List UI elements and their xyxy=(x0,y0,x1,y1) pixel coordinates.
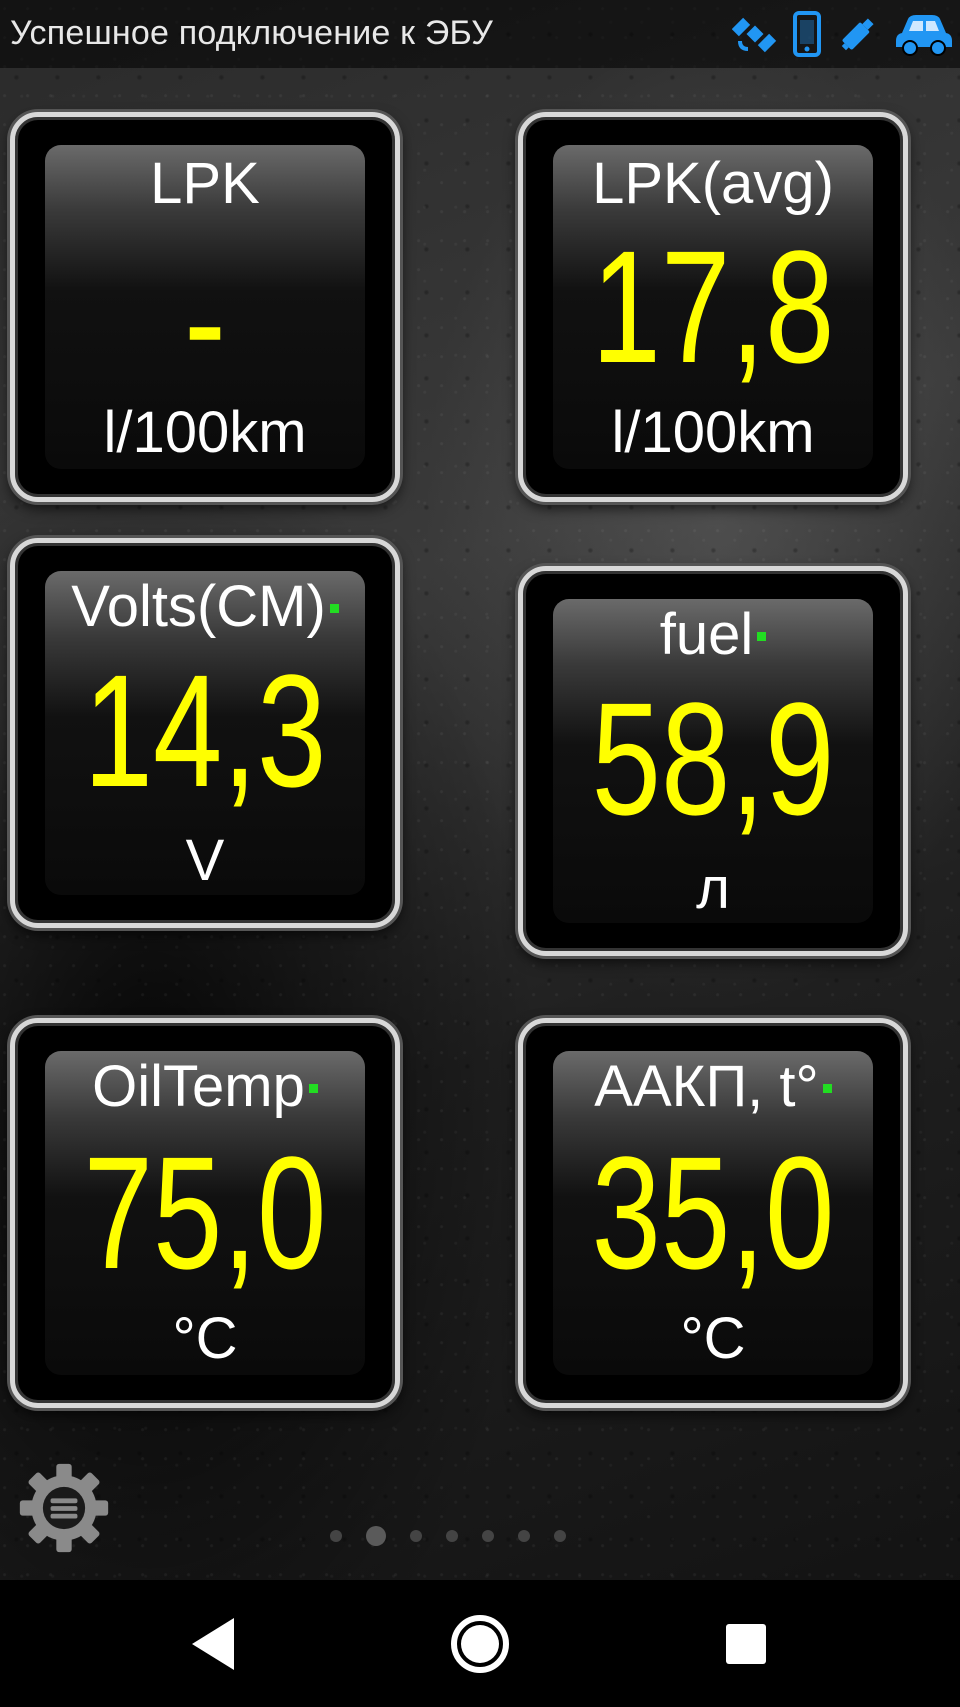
gauge-value: 35,0 xyxy=(591,1123,835,1302)
status-bar: Успешное подключение к ЭБУ xyxy=(0,0,960,68)
gauge-value: 75,0 xyxy=(83,1123,327,1302)
gauge-unit: l/100km xyxy=(611,400,815,465)
active-indicator xyxy=(308,1084,318,1094)
gauge-volts[interactable]: Volts(CM) 14,3 V xyxy=(10,538,400,928)
gauge-title: OilTemp xyxy=(15,1053,395,1120)
page-dot[interactable] xyxy=(554,1530,566,1542)
page-dot[interactable] xyxy=(330,1530,342,1542)
gauge-unit: °C xyxy=(172,1306,238,1371)
active-indicator xyxy=(757,632,767,642)
recents-icon[interactable] xyxy=(708,1606,784,1682)
gauge-fuel[interactable]: fuel 58,9 л xyxy=(518,566,908,956)
gauge-value: 17,8 xyxy=(591,217,835,396)
gauge-oil-temp[interactable]: OilTemp 75,0 °C xyxy=(10,1018,400,1408)
gauge-lpk-avg[interactable]: LPK(avg) 17,8 l/100km xyxy=(518,112,908,502)
page-dot[interactable] xyxy=(446,1530,458,1542)
gauge-title: ААКП, t° xyxy=(523,1053,903,1120)
obd-adapter-icon[interactable] xyxy=(836,12,880,56)
page-dot[interactable] xyxy=(518,1530,530,1542)
gauge-title: LPK(avg) xyxy=(592,151,834,216)
page-dot-active[interactable] xyxy=(366,1526,386,1546)
gauge-title-text: ААКП, t° xyxy=(594,1054,819,1119)
gauge-title-text: OilTemp xyxy=(92,1054,305,1119)
gps-satellite-icon[interactable] xyxy=(732,11,778,57)
navigation-bar xyxy=(0,1580,960,1707)
settings-gear-icon[interactable] xyxy=(16,1460,112,1556)
status-icons xyxy=(732,10,954,58)
gauge-unit: l/100km xyxy=(103,400,307,465)
gauge-value: - xyxy=(184,231,226,410)
gauge-unit: °C xyxy=(680,1306,746,1371)
gauge-transmission-temp[interactable]: ААКП, t° 35,0 °C xyxy=(518,1018,908,1408)
page-dot[interactable] xyxy=(410,1530,422,1542)
gauge-title: LPK xyxy=(150,151,260,216)
home-icon[interactable] xyxy=(442,1606,518,1682)
active-indicator xyxy=(822,1084,832,1094)
page-indicator xyxy=(330,1526,566,1546)
connection-status-text: Успешное подключение к ЭБУ xyxy=(10,14,494,52)
active-indicator xyxy=(329,604,339,614)
gauge-value: 14,3 xyxy=(83,641,327,820)
gauge-title-text: Volts(CM) xyxy=(71,574,326,639)
gauge-lpk[interactable]: LPK - l/100km xyxy=(10,112,400,502)
gauge-title: Volts(CM) xyxy=(15,573,395,640)
gauge-unit: V xyxy=(185,828,225,893)
gauge-title-text: fuel xyxy=(659,602,754,667)
gauge-unit: л xyxy=(696,856,730,921)
back-icon[interactable] xyxy=(176,1606,252,1682)
phone-icon[interactable] xyxy=(792,10,822,58)
gauge-value: 58,9 xyxy=(591,669,835,848)
gauge-title: fuel xyxy=(523,601,903,668)
page-dot[interactable] xyxy=(482,1530,494,1542)
car-icon[interactable] xyxy=(894,11,954,57)
dashboard-screen: Успешное подключение к ЭБУ LPK - l/100km… xyxy=(0,0,960,1707)
